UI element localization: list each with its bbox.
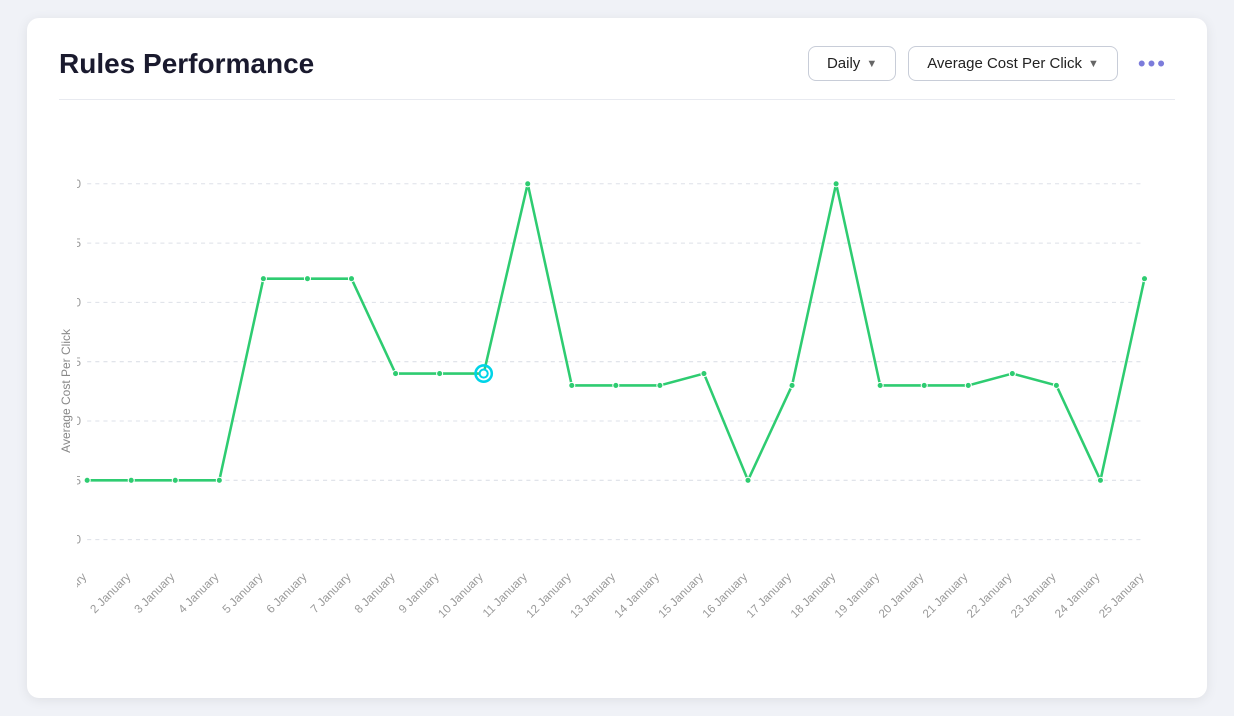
svg-text:18 January: 18 January	[788, 570, 838, 620]
svg-text:3 January: 3 January	[132, 570, 178, 616]
svg-text:2 January: 2 January	[88, 570, 134, 616]
svg-text:19 January: 19 January	[832, 570, 882, 620]
more-options-button[interactable]: •••	[1130, 47, 1175, 81]
svg-text:12 January: 12 January	[524, 570, 574, 620]
y-axis-label: Average Cost Per Click	[59, 329, 73, 453]
chart-area: Average Cost Per Click 0.0400.0350.0300.…	[59, 116, 1175, 665]
metric-dropdown[interactable]: Average Cost Per Click ▼	[908, 46, 1118, 81]
svg-text:24 January: 24 January	[1052, 570, 1102, 620]
svg-text:0.010: 0.010	[77, 533, 81, 547]
svg-text:14 January: 14 January	[612, 570, 662, 620]
chevron-down-icon: ▼	[1088, 58, 1099, 70]
svg-text:22 January: 22 January	[964, 570, 1014, 620]
svg-text:0.015: 0.015	[77, 473, 81, 487]
card-header: Rules Performance Daily ▼ Average Cost P…	[59, 46, 1175, 81]
svg-text:23 January: 23 January	[1008, 570, 1058, 620]
svg-text:9 January: 9 January	[396, 570, 442, 616]
page-title: Rules Performance	[59, 48, 314, 80]
svg-text:10 January: 10 January	[436, 570, 486, 620]
svg-text:0.025: 0.025	[77, 355, 81, 369]
chart-inner: 0.040 0.035 0.030 0.025 0.020 0.015 0.010 1 Jan…	[77, 116, 1175, 665]
svg-text:6 January: 6 January	[264, 570, 310, 616]
svg-text:16 January: 16 January	[700, 570, 750, 620]
svg-text:11 January: 11 January	[480, 570, 530, 620]
svg-text:13 January: 13 January	[568, 570, 618, 620]
svg-text:20 January: 20 January	[876, 570, 926, 620]
line-chart: 0.040 0.035 0.030 0.025 0.020 0.015 0.010 1 Jan…	[77, 116, 1175, 665]
rules-performance-card: Rules Performance Daily ▼ Average Cost P…	[27, 18, 1207, 698]
chevron-down-icon: ▼	[866, 58, 877, 70]
header-divider	[59, 99, 1175, 100]
svg-text:0.020: 0.020	[77, 414, 81, 428]
svg-text:25 January: 25 January	[1097, 570, 1147, 620]
svg-text:8 January: 8 January	[352, 570, 398, 616]
svg-text:0.040: 0.040	[77, 177, 81, 191]
svg-text:7 January: 7 January	[308, 570, 354, 616]
svg-text:17 January: 17 January	[744, 570, 794, 620]
svg-text:0.030: 0.030	[77, 295, 81, 309]
header-controls: Daily ▼ Average Cost Per Click ▼ •••	[808, 46, 1175, 81]
svg-text:0.035: 0.035	[77, 236, 81, 250]
svg-text:1 January: 1 January	[77, 570, 89, 616]
daily-dropdown[interactable]: Daily ▼	[808, 46, 896, 81]
svg-text:4 January: 4 January	[176, 570, 222, 616]
svg-text:5 January: 5 January	[220, 570, 266, 616]
svg-text:15 January: 15 January	[656, 570, 706, 620]
svg-text:21 January: 21 January	[920, 570, 970, 620]
